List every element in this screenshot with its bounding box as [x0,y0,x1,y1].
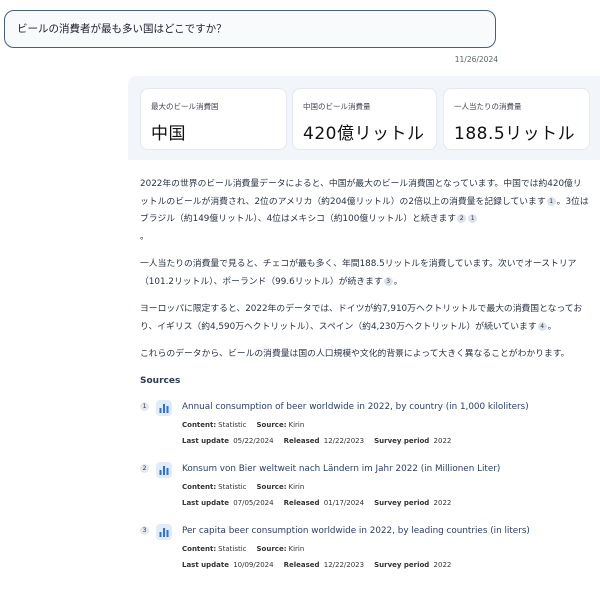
meta-label: Content: [182,482,217,491]
meta-label: Last update [182,560,229,569]
source-title-link[interactable]: Per capita beer consumption worldwide in… [182,526,530,536]
meta-value: Statistic [218,420,247,429]
citation-marker[interactable]: 3 [383,276,393,286]
stat-card-value: 420億リットル [303,124,425,144]
stat-card-label: 最大のビール消費国 [151,102,219,111]
sources-heading: Sources [140,375,181,386]
meta-value: 12/22/2023 [323,436,365,445]
meta-value: 2022 [433,560,452,569]
meta-label: Source: [256,544,287,553]
paragraph-text: 。 [547,321,557,332]
meta-value: 12/22/2023 [323,560,365,569]
source-number: 2 [140,463,149,473]
citation-marker[interactable]: 2 [457,214,467,223]
paragraph-text: 一人当たりの消費量で見ると、チェコが最も多く、年間188.5リットルを消費してい… [140,259,577,287]
source-dates: Last update 10/09/2024 Released 12/22/202… [182,561,451,569]
stat-card-value: 188.5リットル [454,124,576,144]
citation-marker[interactable]: 1 [546,196,556,206]
source-item[interactable]: 3 Per capita beer consumption worldwide … [140,523,590,586]
paragraph-text: 。 [393,276,403,287]
meta-value: Kirin [288,420,305,429]
meta-value: Kirin [288,544,305,553]
answer-paragraph-4: これらのデータから、ビールの消費量は国の人口規模や文化的背景によって大きく異なる… [140,349,570,359]
source-item[interactable]: 2 Konsum von Bier weltweit nach Ländern … [140,461,590,524]
meta-value: Kirin [288,482,305,491]
source-dates: Last update 07/05/2024 Released 01/17/202… [182,499,451,507]
meta-value: 01/17/2024 [323,498,365,507]
answer-paragraph-1: 2022年の世界のビール消費量データによると、中国が最大のビール消費国となってい… [140,176,590,246]
meta-label: Content: [182,544,217,553]
meta-label: Content: [182,420,217,429]
meta-value: Statistic [218,482,247,491]
answer-paragraph-3: ヨーロッパに限定すると、2022年のデータでは、ドイツが約7,910万ヘクトリッ… [140,301,590,336]
source-title-link[interactable]: Konsum von Bier weltweit nach Ländern im… [182,464,500,474]
bar-chart-icon [156,461,172,478]
paragraph-text: 。 [140,231,149,242]
message-timestamp: 11/26/2024 [454,55,498,64]
meta-label: Released [283,560,320,569]
answer-paragraph-2: 一人当たりの消費量で見ると、チェコが最も多く、年間188.5リットルを消費してい… [140,256,590,291]
source-number: 1 [140,401,149,411]
source-item[interactable]: 1 Annual consumption of beer worldwide i… [140,399,590,462]
meta-value: 2022 [433,436,452,445]
paragraph-text: ヨーロッパに限定すると、2022年のデータでは、ドイツが約7,910万ヘクトリッ… [140,304,583,332]
source-number: 3 [140,525,149,535]
source-title-link[interactable]: Annual consumption of beer worldwide in … [182,402,529,412]
meta-value: 07/05/2024 [233,498,274,507]
stat-card-label: 一人当たりの消費量 [454,102,522,111]
source-dates: Last update 05/22/2024 Released 12/22/202… [182,437,451,445]
meta-value: 05/22/2024 [233,436,274,445]
meta-value: 2022 [433,498,452,507]
meta-label: Survey period [374,560,430,569]
stat-card-label: 中国のビール消費量 [303,102,371,111]
meta-label: Released [283,498,320,507]
stat-card-value: 中国 [151,124,186,144]
meta-value: 10/09/2024 [233,560,274,569]
source-meta: Content: Statistic Source: Kirin [182,483,304,491]
bar-chart-icon [156,399,172,416]
paragraph-text: 2022年の世界のビール消費量データによると、中国が最大のビール消費国となってい… [140,179,582,207]
stat-card-largest-country: 最大のビール消費国 中国 [140,88,287,150]
user-question-bubble: ビールの消費者が最も多い国はどこですか？ [4,10,496,48]
source-meta: Content: Statistic Source: Kirin [182,421,304,429]
bar-chart-icon [156,523,172,540]
stat-card-china-consumption: 中国のビール消費量 420億リットル [292,88,437,150]
meta-label: Last update [182,436,229,445]
citation-marker[interactable]: 1 [468,214,478,223]
source-meta: Content: Statistic Source: Kirin [182,545,304,553]
meta-label: Source: [256,420,287,429]
meta-label: Survey period [374,498,430,507]
meta-label: Released [283,436,320,445]
meta-label: Survey period [374,436,430,445]
answer-body: 2022年の世界のビール消費量データによると、中国が最大のビール消費国となってい… [128,160,600,600]
meta-label: Source: [256,482,287,491]
stat-card-per-capita: 一人当たりの消費量 188.5リットル [443,88,590,150]
meta-label: Last update [182,498,229,507]
meta-value: Statistic [218,544,247,553]
citation-marker[interactable]: 4 [537,321,547,331]
